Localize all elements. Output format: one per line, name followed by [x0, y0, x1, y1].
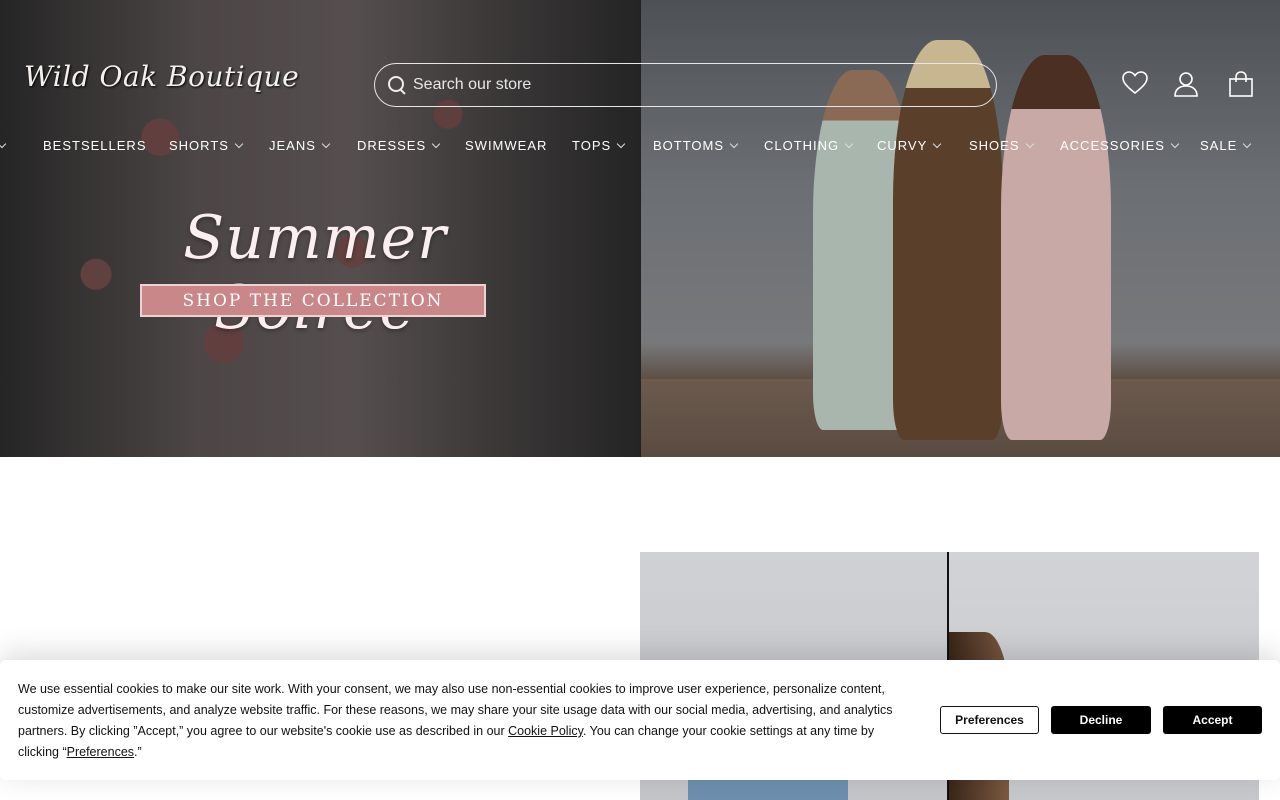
cookie-text-part: .” [134, 745, 142, 759]
chevron-down-icon [0, 139, 7, 149]
cookie-banner: We use essential cookies to make our sit… [0, 660, 1280, 780]
nav-item-shorts[interactable]: SHORTS [169, 138, 244, 153]
nav-item-swimwear[interactable]: SWIMWEAR [465, 138, 547, 153]
site-logo[interactable]: Wild Oak Boutique [24, 60, 299, 93]
chevron-down-icon [844, 139, 854, 149]
chevron-down-icon [321, 139, 331, 149]
preferences-button[interactable]: Preferences [940, 706, 1039, 734]
nav-item-tops[interactable]: TOPS [572, 138, 626, 153]
denim-detail [688, 780, 848, 800]
chevron-down-icon [431, 139, 441, 149]
nav-item-dresses[interactable]: DRESSES [357, 138, 441, 153]
nav-item-accessories[interactable]: ACCESSORIES [1060, 138, 1180, 153]
preferences-link[interactable]: Preferences [67, 745, 134, 759]
nav-item-bestsellers[interactable]: BESTSELLERS [43, 138, 147, 153]
model-3 [1001, 55, 1111, 440]
chevron-down-icon [729, 139, 739, 149]
nav-item-bottoms[interactable]: BOTTOMS [653, 138, 739, 153]
nav-item-shoes[interactable]: SHOES [969, 138, 1034, 153]
chevron-down-icon [1170, 139, 1180, 149]
promo-title: Summer Soiree [183, 203, 447, 343]
shopping-bag-icon[interactable] [1228, 70, 1254, 98]
search-input[interactable] [413, 76, 953, 94]
nav-item-curvy[interactable]: CURVY [877, 138, 942, 153]
main-nav: BESTSELLERS SHORTS JEANS DRESSES SWIMWEA… [0, 138, 1280, 158]
cookie-policy-link[interactable]: Cookie Policy [508, 724, 583, 738]
nav-item-more[interactable] [0, 138, 7, 153]
chevron-down-icon [1025, 139, 1034, 149]
user-icon[interactable] [1173, 70, 1199, 98]
search-icon[interactable] [387, 75, 407, 95]
heart-icon[interactable] [1122, 70, 1148, 96]
shop-collection-button[interactable]: SHOP THE COLLECTION [140, 284, 486, 317]
chevron-down-icon [234, 139, 244, 149]
chevron-down-icon [1243, 139, 1252, 149]
search-bar[interactable] [374, 63, 997, 107]
chevron-down-icon [616, 139, 626, 149]
nav-item-sale[interactable]: SALE [1200, 138, 1252, 153]
accept-button[interactable]: Accept [1163, 706, 1262, 734]
chevron-down-icon [933, 139, 942, 149]
nav-item-jeans[interactable]: JEANS [269, 138, 331, 153]
nav-item-clothing[interactable]: CLOTHING [764, 138, 854, 153]
decline-button[interactable]: Decline [1051, 706, 1151, 734]
cookie-message: We use essential cookies to make our sit… [18, 679, 918, 763]
